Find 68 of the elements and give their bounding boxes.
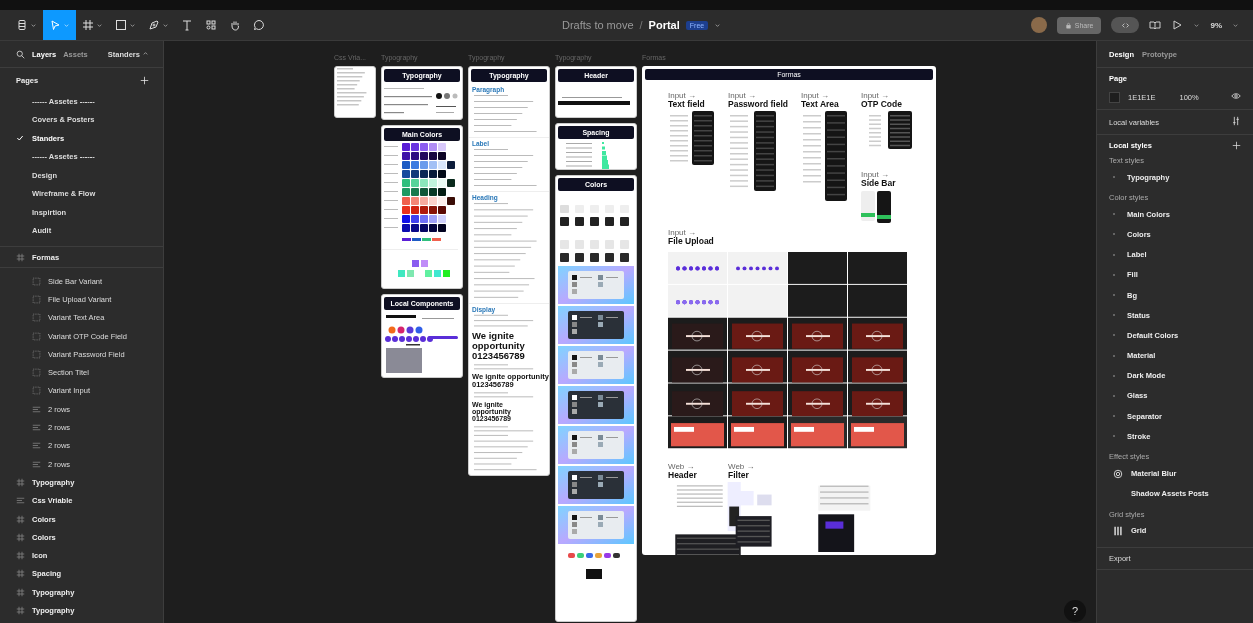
caret-icon [162, 21, 169, 29]
section-label: Web → [668, 463, 695, 472]
grid-style-icon [1113, 525, 1123, 536]
caret-icon [1232, 21, 1239, 29]
caret-icon [63, 21, 70, 29]
auto-layout-icon [16, 496, 25, 506]
file-name[interactable]: Portal [648, 19, 680, 31]
sliders-icon [1231, 116, 1241, 126]
section-title: Header [668, 471, 698, 481]
help-button[interactable]: ? [1064, 600, 1086, 622]
display-sample-text: We ignite opportunity 0123456789 [472, 331, 526, 361]
side-bar-variants-drawing [861, 190, 891, 223]
breadcrumb-separator: / [639, 19, 643, 31]
section-title: Password field [728, 100, 789, 110]
frame-icon [16, 551, 25, 561]
lock-icon [1064, 21, 1072, 29]
frame-icon [16, 532, 25, 542]
resources-icon [205, 19, 217, 31]
section-label: Web → [728, 463, 756, 472]
caret-icon [142, 49, 149, 57]
play-icon [1171, 19, 1184, 31]
folder-link[interactable]: Drafts to move [562, 19, 634, 31]
avatar[interactable] [1030, 17, 1047, 33]
comment-icon [253, 19, 265, 31]
section-label: Input → [861, 92, 890, 100]
auto-layout-icon [32, 441, 41, 451]
dev-mode-toggle[interactable] [1111, 17, 1140, 33]
caret-icon [714, 21, 722, 29]
book-icon [1149, 19, 1162, 31]
pen-tool-icon [148, 19, 160, 31]
frame-icon [16, 514, 25, 524]
zoom-level[interactable]: 9% [1210, 20, 1222, 30]
text-tool-icon [181, 19, 193, 31]
search-icon [16, 49, 25, 59]
frame-icon [16, 252, 25, 262]
section-label: Input → [668, 228, 696, 237]
rectangle-tool-icon [115, 19, 127, 31]
section-label: Input → [728, 92, 756, 100]
auto-layout-icon [32, 404, 41, 414]
blur-icon [1113, 468, 1123, 479]
web-header-drawing [558, 97, 630, 105]
frame-icon [16, 606, 25, 615]
frame-icon [16, 569, 25, 579]
frame-tool-icon [82, 19, 94, 31]
section-title: Side Bar [861, 179, 897, 189]
section-title: Text field [668, 100, 706, 110]
section-label: Input → [801, 92, 830, 100]
section-title: Filter [728, 471, 750, 481]
add-page-icon [140, 75, 149, 85]
add-style-icon [1232, 141, 1241, 150]
frame-icon [16, 477, 25, 487]
section-label: Input → [861, 171, 890, 180]
check-icon [16, 134, 24, 143]
caret-icon [129, 21, 136, 29]
frame-icon [16, 587, 25, 597]
figma-menu-icon [16, 19, 28, 31]
move-tool-icon [49, 19, 61, 31]
auto-layout-icon [32, 423, 41, 432]
section-title: OTP Code [861, 100, 903, 110]
section-title: File Upload [668, 236, 715, 247]
section-label: Input → [668, 92, 697, 100]
color-swatch[interactable] [1109, 91, 1120, 103]
auto-layout-icon [32, 459, 41, 469]
caret-icon [30, 21, 37, 29]
caret-icon [1193, 21, 1201, 29]
caret-icon [96, 21, 103, 29]
section-title: Text Area [801, 100, 840, 110]
eye-icon [1231, 91, 1241, 101]
